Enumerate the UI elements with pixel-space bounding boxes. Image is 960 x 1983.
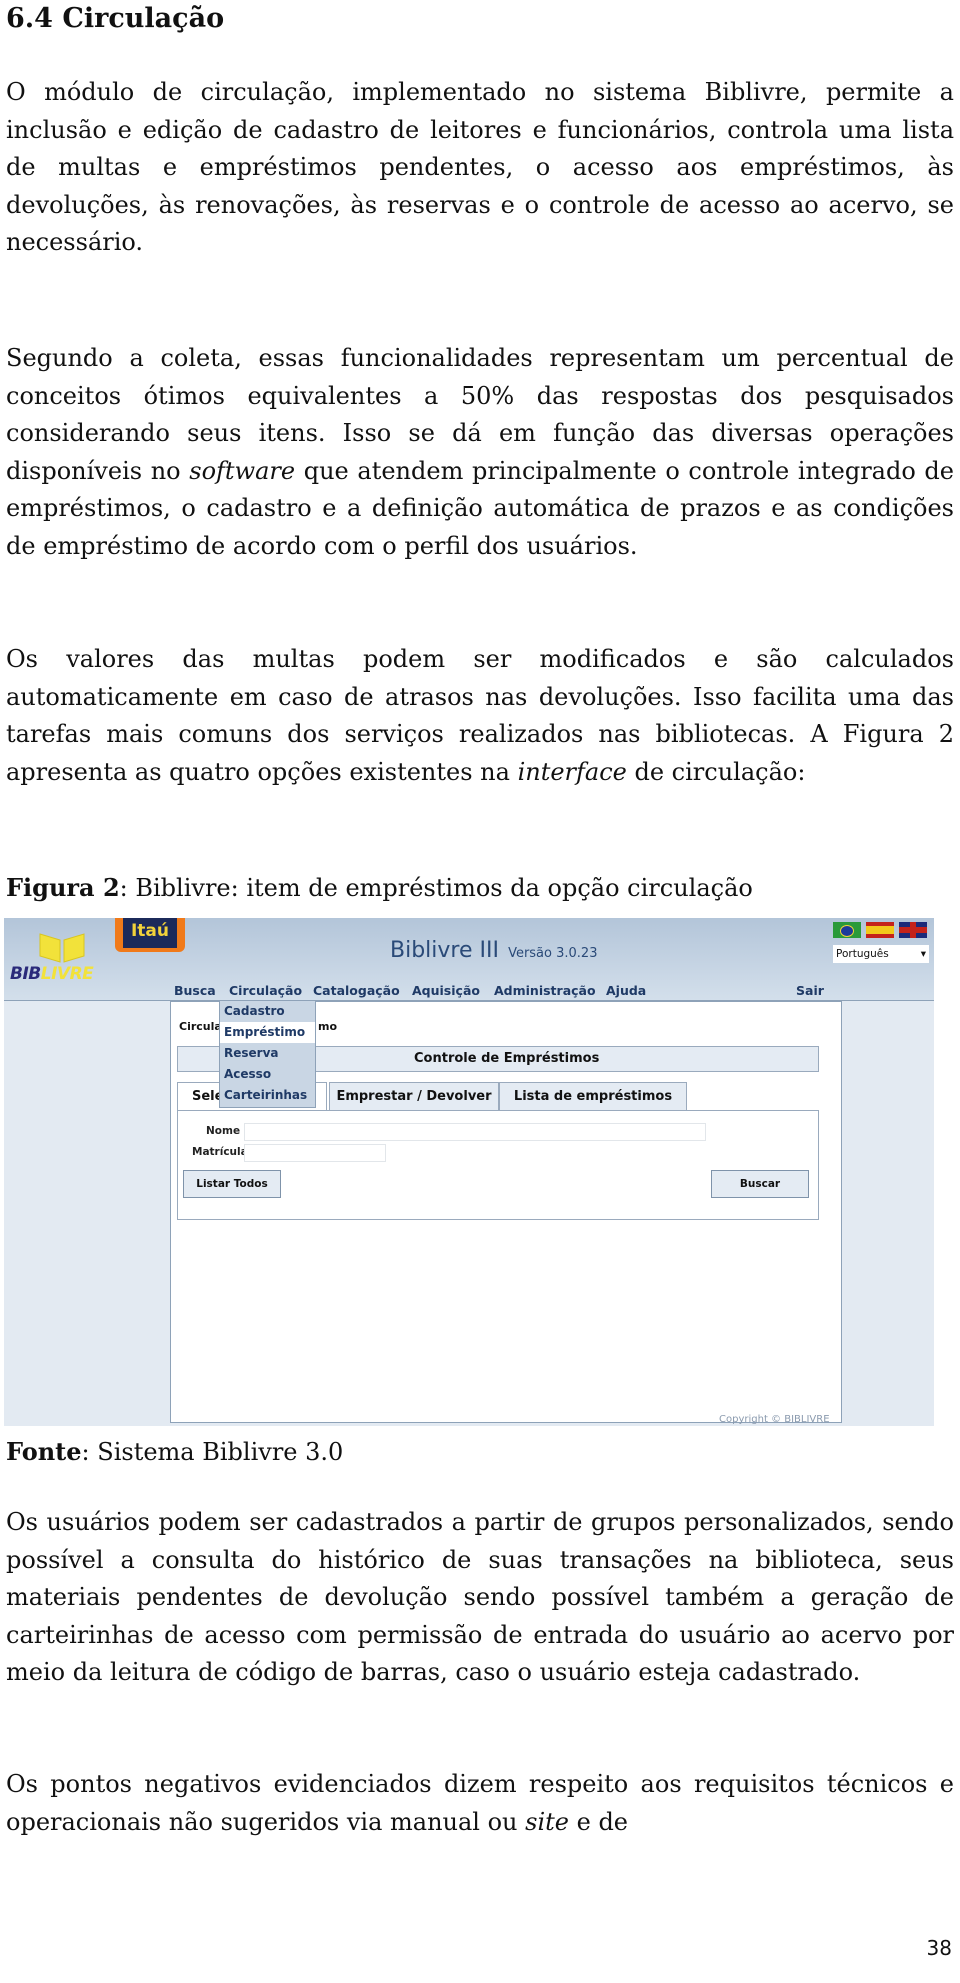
itau-text: Itaú [123, 918, 177, 948]
panel-title: Controle de Empréstimos [414, 1051, 600, 1066]
book-icon [39, 933, 85, 963]
id-label: Matrícula [192, 1146, 248, 1158]
menu-aquisicao[interactable]: Aquisição [412, 983, 480, 998]
text: de circulação: [626, 757, 806, 786]
caption-label: Figura 2 [6, 873, 120, 902]
flag-uk-icon[interactable] [899, 922, 927, 938]
breadcrumb-start: Circula [179, 1020, 222, 1033]
app-title: Biblivre III Versão 3.0.23 [390, 938, 597, 963]
menu-catalogacao[interactable]: Catalogação [313, 983, 400, 998]
menu-administracao[interactable]: Administração [494, 983, 596, 998]
itau-logo: Itaú [115, 918, 185, 952]
menu-circulacao[interactable]: Circulação [229, 983, 302, 998]
breadcrumb-end: mo [318, 1020, 338, 1033]
italic-term: software [189, 456, 296, 485]
text: Os pontos negativos evidenciados dizem r… [6, 1770, 954, 1836]
text: Os valores das multas podem ser modifica… [6, 645, 954, 786]
menu-ajuda[interactable]: Ajuda [606, 983, 646, 998]
source-text: : Sistema Biblivre 3.0 [81, 1438, 344, 1466]
dropdown-item-emprestimo[interactable]: Empréstimo [220, 1022, 315, 1043]
italic-term: site [525, 1807, 569, 1836]
copyright: Copyright © BIBLIVRE [719, 1414, 830, 1425]
paragraph-5: Os pontos negativos evidenciados dizem r… [6, 1766, 954, 1841]
menu-busca[interactable]: Busca [174, 983, 216, 998]
section-title: 6.4 Circulação [6, 3, 225, 34]
version-text: Versão 3.0.23 [508, 946, 598, 961]
paragraph-3: Os valores das multas podem ser modifica… [6, 641, 954, 791]
name-label: Nome [206, 1125, 241, 1137]
figure-source: Fonte: Sistema Biblivre 3.0 [6, 1433, 954, 1472]
search-panel: Nome Matrícula Listar Todos Buscar [177, 1110, 819, 1220]
logo-text: BIBLIVRE [10, 964, 94, 984]
paragraph-4: Os usuários podem ser cadastrados a part… [6, 1508, 954, 1687]
italic-term: interface [517, 757, 627, 786]
biblivre-screenshot: BIBLIVRE Itaú Biblivre III Versão 3.0.23… [4, 918, 934, 1426]
search-button[interactable]: Buscar [711, 1170, 809, 1198]
dropdown-item-carteirinhas[interactable]: Carteirinhas [220, 1085, 315, 1106]
name-input[interactable] [244, 1123, 706, 1141]
figure-caption: Figura 2: Biblivre: item de empréstimos … [6, 869, 954, 908]
circulation-dropdown: Cadastro Empréstimo Reserva Acesso Carte… [219, 1000, 316, 1108]
title-text: Biblivre III [390, 938, 499, 963]
dropdown-arrow-icon: ▾ [920, 948, 926, 960]
caption-text: : Biblivre: item de empréstimos da opção… [119, 874, 753, 902]
language-select[interactable]: Português ▾ [833, 945, 929, 963]
flag-spain-icon[interactable] [866, 922, 894, 938]
paragraph-1: O módulo de circulação, implementado no … [6, 78, 954, 257]
text: e de [568, 1807, 629, 1836]
tab-lend-return[interactable]: Emprestar / Devolver [329, 1082, 499, 1111]
tab-loan-list[interactable]: Lista de empréstimos [499, 1082, 687, 1111]
paragraph-2: Segundo a coleta, essas funcionalidades … [6, 340, 954, 566]
flag-brazil-icon[interactable] [833, 922, 861, 938]
list-all-button[interactable]: Listar Todos [183, 1170, 281, 1198]
dropdown-item-reserva[interactable]: Reserva [220, 1043, 315, 1064]
page-number: 38 [926, 1936, 952, 1960]
biblivre-logo: BIBLIVRE [10, 924, 105, 984]
source-label: Fonte [6, 1437, 82, 1466]
id-input[interactable] [244, 1144, 386, 1162]
dropdown-item-acesso[interactable]: Acesso [220, 1064, 315, 1085]
logout-link[interactable]: Sair [796, 983, 824, 998]
language-value: Português [836, 948, 889, 960]
dropdown-item-cadastro[interactable]: Cadastro [220, 1001, 315, 1022]
